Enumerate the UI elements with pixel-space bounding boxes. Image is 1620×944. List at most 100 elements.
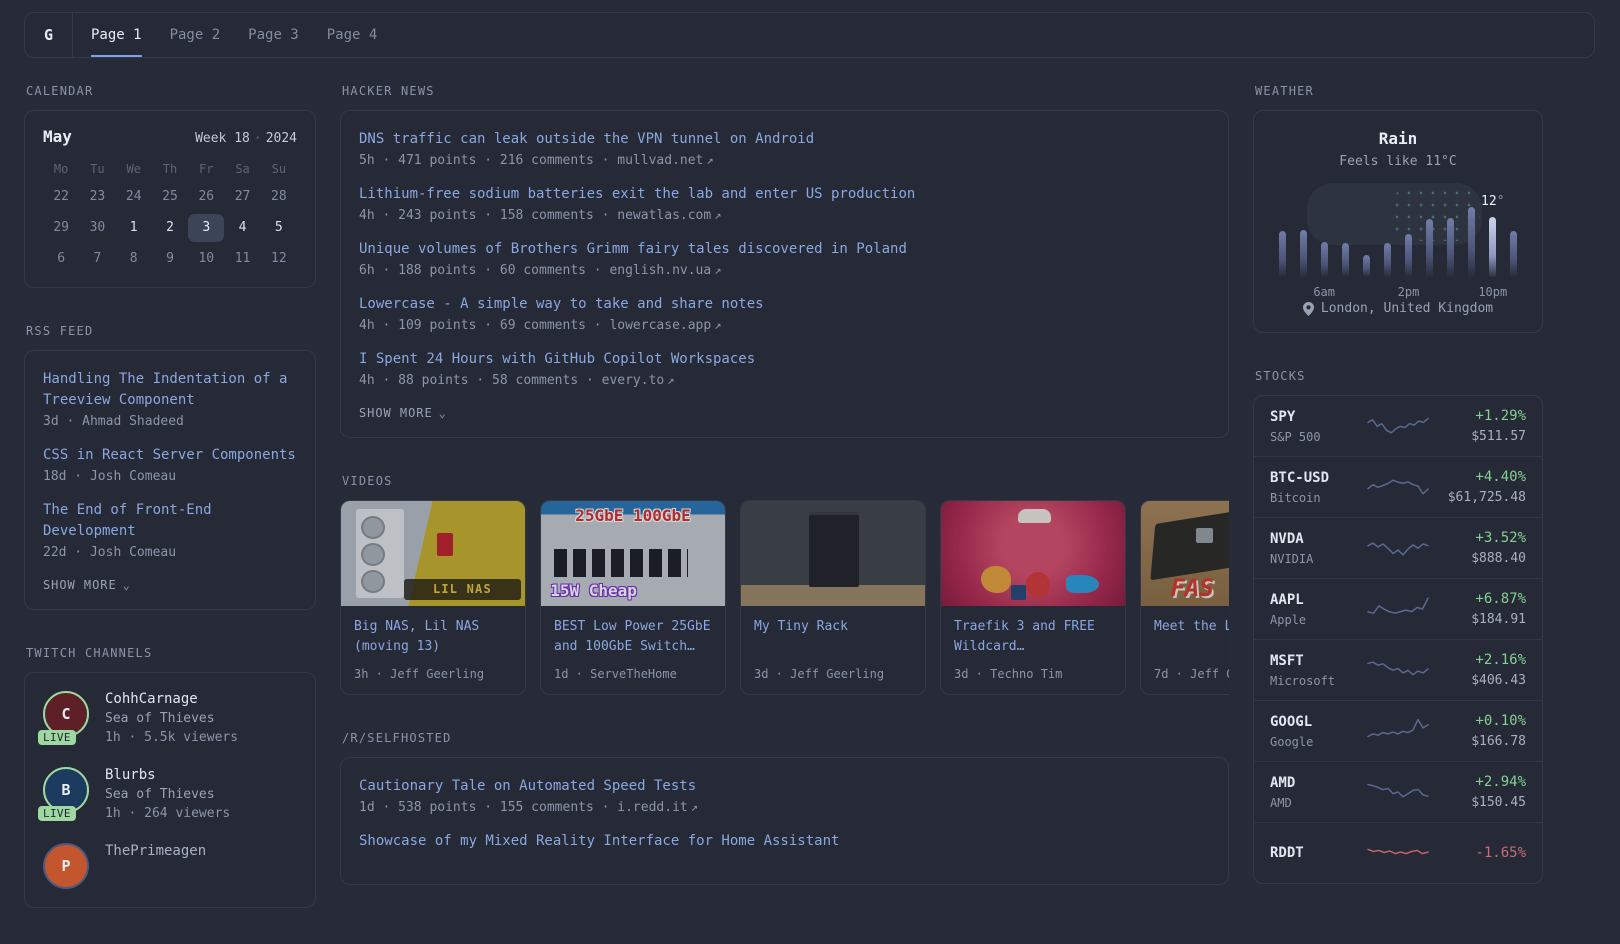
- stock-row[interactable]: GOOGLGoogle+0.10%$166.78: [1254, 700, 1542, 761]
- weather-feels-like: Feels like 11°C: [1272, 154, 1524, 169]
- tab-page-2[interactable]: Page 2: [170, 13, 221, 57]
- stock-sparkline: [1366, 529, 1430, 563]
- calendar-day[interactable]: 28: [261, 183, 297, 211]
- calendar-day[interactable]: 11: [224, 245, 260, 273]
- calendar-year: 2024: [266, 131, 297, 146]
- stock-sparkline-wrap: [1366, 468, 1430, 506]
- twitch-widget: CLIVECohhCarnageSea of Thieves1h · 5.5k …: [24, 672, 316, 908]
- calendar-day[interactable]: 25: [152, 183, 188, 211]
- stock-symbol[interactable]: GOOGL: [1270, 714, 1366, 730]
- twitch-channel-name[interactable]: Blurbs: [105, 767, 230, 783]
- video-title[interactable]: Big NAS, Lil NAS (moving 13): [341, 617, 525, 657]
- feed-item-title[interactable]: CSS in React Server Components: [43, 445, 297, 466]
- calendar-day[interactable]: 7: [79, 245, 115, 273]
- tab-page-4[interactable]: Page 4: [327, 13, 378, 57]
- stock-left: MSFT Microsoft: [1270, 653, 1366, 688]
- feed-item-title[interactable]: Unique volumes of Brothers Grimm fairy t…: [359, 239, 1210, 260]
- video-title[interactable]: Traefik 3 and FREE Wildcard…: [941, 617, 1125, 657]
- twitch-channel-info: BlurbsSea of Thieves1h · 264 viewers: [105, 767, 230, 821]
- calendar-day[interactable]: 9: [152, 245, 188, 273]
- stock-right: -1.65%: [1430, 845, 1526, 861]
- stock-symbol[interactable]: BTC-USD: [1270, 470, 1366, 486]
- stock-price: $511.57: [1430, 429, 1526, 444]
- app-logo[interactable]: G: [25, 13, 73, 57]
- calendar-day[interactable]: 22: [43, 183, 79, 211]
- calendar-day[interactable]: 4: [224, 214, 260, 242]
- calendar-day[interactable]: 2: [152, 214, 188, 242]
- show-more-button[interactable]: SHOW MORE⌄: [359, 406, 447, 420]
- stock-sparkline: [1366, 834, 1430, 868]
- stock-company-name: Microsoft: [1270, 674, 1366, 688]
- show-more-button[interactable]: SHOW MORE⌄: [43, 578, 131, 592]
- feed-item-meta: 4h · 109 points · 69 comments · lowercas…: [359, 318, 1210, 333]
- video-thumbnail[interactable]: LIL NAS: [341, 501, 525, 606]
- video-title[interactable]: Meet the Linux Clu…: [1141, 617, 1229, 657]
- twitch-channel-row: P ThePrimeagen: [43, 843, 297, 889]
- feed-item-title[interactable]: Lithium-free sodium batteries exit the l…: [359, 184, 1210, 205]
- video-thumbnail[interactable]: 25GbE 100GbE15W Cheap: [541, 501, 725, 606]
- calendar-day[interactable]: 6: [43, 245, 79, 273]
- thumb-pcb-board: [1150, 502, 1229, 579]
- calendar-day[interactable]: 24: [116, 183, 152, 211]
- twitch-channel-name[interactable]: CohhCarnage: [105, 691, 238, 707]
- calendar-day[interactable]: 12: [261, 245, 297, 273]
- calendar-day-today[interactable]: 3: [188, 214, 224, 242]
- stock-sparkline: [1366, 590, 1430, 624]
- feed-item-title[interactable]: Handling The Indentation of a Treeview C…: [43, 369, 297, 411]
- calendar-day[interactable]: 10: [188, 245, 224, 273]
- calendar-day[interactable]: 27: [224, 183, 260, 211]
- stock-company-name: S&P 500: [1270, 430, 1366, 444]
- stock-row[interactable]: BTC-USDBitcoin+4.40%$61,725.48: [1254, 456, 1542, 517]
- feed-item-title[interactable]: Lowercase - A simple way to take and sha…: [359, 294, 1210, 315]
- twitch-channel-name[interactable]: ThePrimeagen: [105, 843, 206, 859]
- calendar-week-label: Week 18: [195, 131, 250, 146]
- calendar-day-header: Mo: [43, 158, 79, 180]
- stock-price: $184.91: [1430, 612, 1526, 627]
- feed-item: Cautionary Tale on Automated Speed Tests…: [359, 776, 1210, 815]
- video-thumbnail[interactable]: [741, 501, 925, 606]
- feed-item-title[interactable]: Showcase of my Mixed Reality Interface f…: [359, 831, 1210, 852]
- calendar-day[interactable]: 26: [188, 183, 224, 211]
- stock-row[interactable]: AAPLApple+6.87%$184.91: [1254, 578, 1542, 639]
- feed-item-title[interactable]: The End of Front-End Development: [43, 500, 297, 542]
- thumb-docker-whale: [1066, 575, 1099, 594]
- stock-row[interactable]: SPYS&P 500+1.29%$511.57: [1254, 396, 1542, 456]
- feed-item-meta: 4h · 243 points · 158 comments · newatla…: [359, 208, 1210, 223]
- twitch-channel-row: CLIVECohhCarnageSea of Thieves1h · 5.5k …: [43, 691, 297, 745]
- video-thumbnail[interactable]: FAS: [1141, 501, 1229, 606]
- tab-page-3[interactable]: Page 3: [248, 13, 299, 57]
- stock-symbol[interactable]: AAPL: [1270, 592, 1366, 608]
- feed-item-title[interactable]: DNS traffic can leak outside the VPN tun…: [359, 129, 1210, 150]
- chevron-down-icon: ⌄: [123, 578, 131, 592]
- stock-symbol[interactable]: SPY: [1270, 409, 1366, 425]
- stock-row[interactable]: AMDAMD+2.94%$150.45: [1254, 761, 1542, 822]
- external-link-icon: ↗: [706, 153, 713, 167]
- video-thumbnail[interactable]: [941, 501, 1125, 606]
- stock-symbol[interactable]: RDDT: [1270, 845, 1366, 861]
- weather-bar-slot: 10pm12°: [1489, 195, 1497, 277]
- weather-bar-highlighted: [1489, 217, 1496, 277]
- stock-symbol[interactable]: MSFT: [1270, 653, 1366, 669]
- calendar-day-header: Su: [261, 158, 297, 180]
- calendar-day[interactable]: 29: [43, 214, 79, 242]
- calendar-day[interactable]: 8: [116, 245, 152, 273]
- calendar-day[interactable]: 30: [79, 214, 115, 242]
- twitch-avatar[interactable]: P: [43, 843, 89, 889]
- stock-symbol[interactable]: NVDA: [1270, 531, 1366, 547]
- tab-page-1[interactable]: Page 1: [91, 13, 142, 57]
- video-title[interactable]: BEST Low Power 25GbE and 100GbE Switch…: [541, 617, 725, 657]
- calendar-day[interactable]: 23: [79, 183, 115, 211]
- feed-item-title[interactable]: I Spent 24 Hours with GitHub Copilot Wor…: [359, 349, 1210, 370]
- video-card: FASMeet the Linux Clu…7d · Jeff Geerling: [1140, 500, 1229, 695]
- video-title[interactable]: My Tiny Rack: [741, 617, 925, 657]
- stock-row[interactable]: NVDANVIDIA+3.52%$888.40: [1254, 517, 1542, 578]
- feed-item-title[interactable]: Cautionary Tale on Automated Speed Tests: [359, 776, 1210, 797]
- feed-item: CSS in React Server Components18d · Josh…: [43, 445, 297, 484]
- stock-row[interactable]: RDDT -1.65%: [1254, 822, 1542, 883]
- calendar-day[interactable]: 5: [261, 214, 297, 242]
- videos-row: LIL NASBig NAS, Lil NAS (moving 13)3h · …: [340, 500, 1229, 695]
- stock-row[interactable]: MSFTMicrosoft+2.16%$406.43: [1254, 639, 1542, 700]
- stock-symbol[interactable]: AMD: [1270, 775, 1366, 791]
- thumb-rack-box: [809, 512, 859, 588]
- calendar-day[interactable]: 1: [116, 214, 152, 242]
